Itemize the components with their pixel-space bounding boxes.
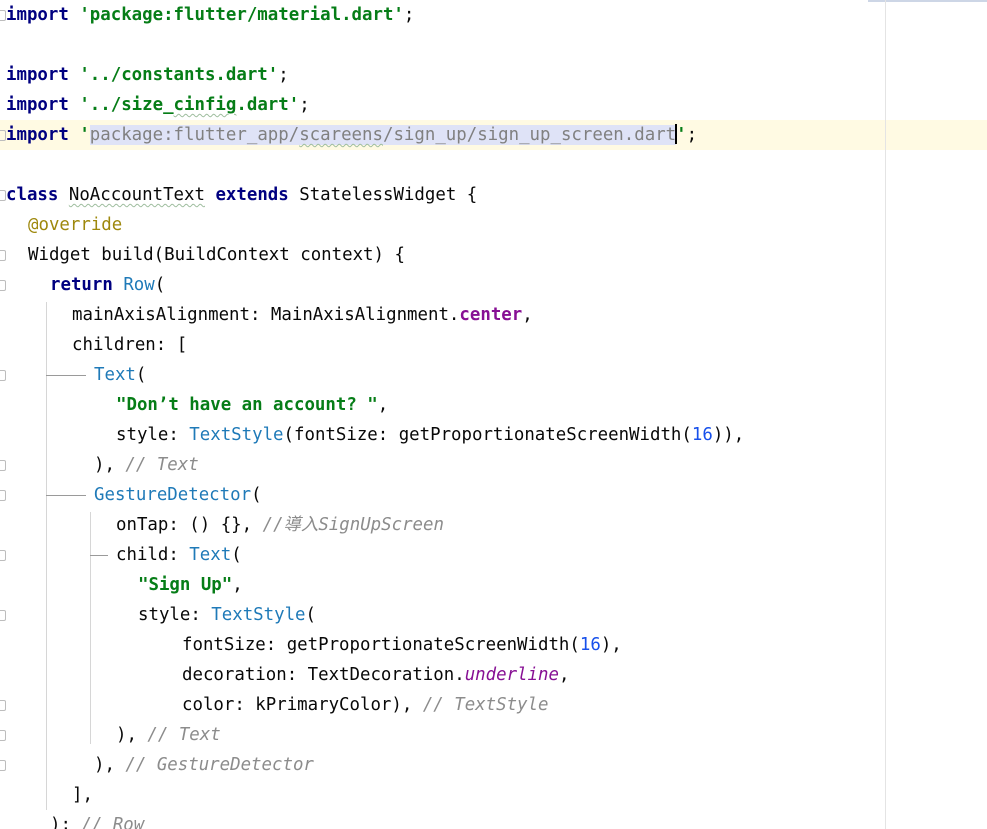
code-line: ), // Text	[94, 455, 199, 475]
indent-guide-branch	[46, 375, 86, 376]
code-line: ); // Row	[50, 815, 145, 829]
indent-guide-branch	[90, 555, 108, 556]
fold-marker[interactable]	[0, 280, 6, 291]
code-line: import '../size_cinfig.dart';	[6, 95, 310, 115]
code-line: import 'package:flutter/material.dart';	[6, 5, 415, 25]
code-line: ), // GestureDetector	[94, 755, 314, 775]
code-line: decoration: TextDecoration.underline,	[182, 665, 570, 685]
fold-marker[interactable]	[0, 370, 6, 381]
code-line-current: import 'package:flutter_app/scareens/sig…	[6, 124, 698, 145]
indent-guide-branch	[46, 495, 86, 496]
code-line: style: TextStyle(	[138, 605, 317, 625]
selected-import-path: package:flutter_app/scareens/sign_up/sig…	[89, 125, 677, 145]
code-line: child: Text(	[116, 545, 242, 565]
fold-marker[interactable]	[0, 730, 6, 741]
code-line: import '../constants.dart';	[6, 65, 289, 85]
fold-marker[interactable]	[0, 550, 6, 561]
code-line: "Don’t have an account? ",	[116, 395, 389, 415]
code-editor[interactable]: import 'package:flutter/material.dart'; …	[0, 0, 987, 829]
code-line: @override	[28, 215, 123, 235]
fold-marker[interactable]	[0, 760, 6, 771]
code-line: fontSize: getProportionateScreenWidth(16…	[182, 635, 622, 655]
code-line: onTap: () {}, //導入SignUpScreen	[116, 515, 444, 535]
fold-marker[interactable]	[0, 460, 6, 471]
code-line: color: kPrimaryColor), // TextStyle	[182, 695, 549, 715]
code-line: "Sign Up",	[138, 575, 243, 595]
code-line: mainAxisAlignment: MainAxisAlignment.cen…	[72, 305, 533, 325]
code-line: Widget build(BuildContext context) {	[28, 245, 405, 265]
fold-marker[interactable]	[0, 490, 6, 501]
indent-guide	[46, 302, 47, 810]
code-line: children: [	[72, 335, 188, 355]
code-line: ],	[72, 785, 93, 805]
fold-marker[interactable]	[0, 700, 6, 711]
code-line: style: TextStyle(fontSize: getProportion…	[116, 425, 745, 445]
code-line: Text(	[94, 365, 147, 385]
code-line: return Row(	[50, 275, 166, 295]
fold-marker[interactable]	[0, 610, 6, 621]
code-line: ), // Text	[116, 725, 221, 745]
code-line: class NoAccountText extends StatelessWid…	[6, 185, 478, 205]
right-margin-guide	[885, 0, 886, 829]
code-line: GestureDetector(	[94, 485, 262, 505]
indent-guide	[90, 512, 91, 744]
fold-marker[interactable]	[0, 250, 6, 261]
